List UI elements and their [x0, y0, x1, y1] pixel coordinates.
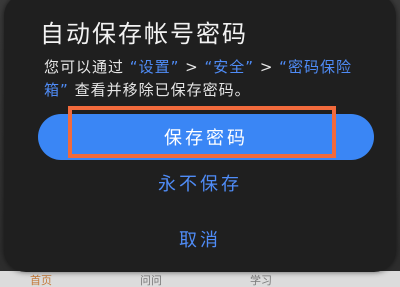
- security-link: “安全”: [204, 58, 255, 76]
- desc-suffix: 查看并移除已保存密码。: [74, 81, 251, 99]
- save-password-button[interactable]: 保存密码: [38, 114, 374, 160]
- never-save-button[interactable]: 永不保存: [4, 170, 396, 196]
- save-password-dialog: 自动保存帐号密码 您可以通过 “设置” > “安全” > “密码保险箱” 查看并…: [4, 0, 396, 272]
- bottom-tab-home[interactable]: 首页: [30, 275, 52, 287]
- bottom-tab-learn[interactable]: 学习: [250, 275, 272, 287]
- separator-2: >: [259, 58, 274, 76]
- dialog-description: 您可以通过 “设置” > “安全” > “密码保险箱” 查看并移除已保存密码。: [44, 56, 374, 102]
- background-bottom-tab-bar: 首页 问问 学习: [0, 271, 400, 287]
- settings-link: “设置”: [129, 58, 180, 76]
- separator-1: >: [185, 58, 199, 76]
- dialog-title: 自动保存帐号密码: [40, 20, 248, 48]
- screen: 首页 问问 学习 自动保存帐号密码 您可以通过 “设置” > “安全” > “密…: [0, 0, 400, 287]
- desc-prefix: 您可以通过: [44, 58, 125, 76]
- bottom-tab-ask[interactable]: 问问: [140, 275, 162, 287]
- cancel-button[interactable]: 取消: [4, 226, 396, 252]
